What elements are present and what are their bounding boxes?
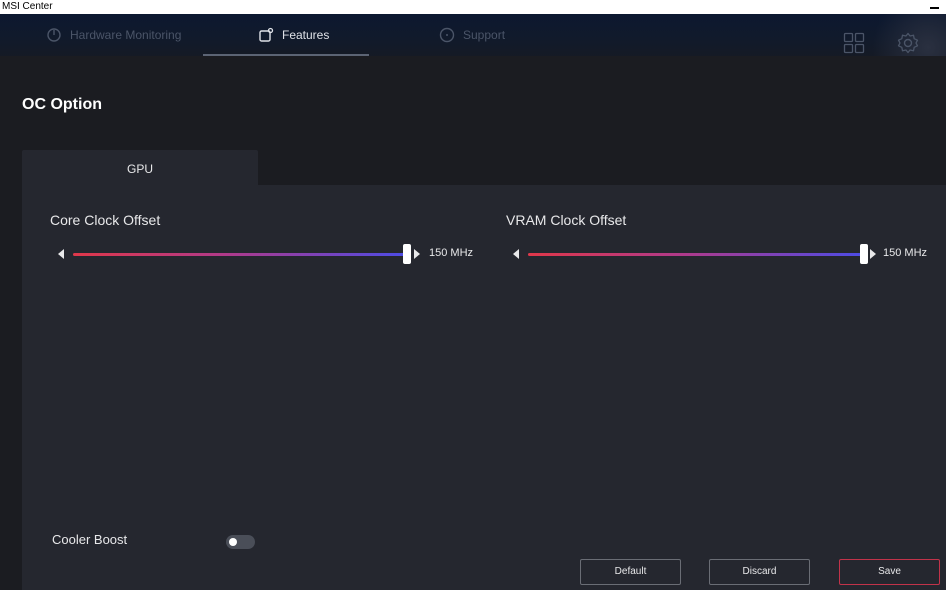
tab-features[interactable]: Features: [202, 14, 370, 56]
features-icon: [259, 27, 274, 42]
tab-gpu[interactable]: GPU: [22, 150, 258, 186]
power-icon: [47, 28, 61, 42]
slider-track[interactable]: [528, 253, 868, 256]
vram-clock-label: VRAM Clock Offset: [506, 212, 627, 228]
slider-thumb[interactable]: [403, 244, 411, 264]
tab-support[interactable]: Support: [439, 14, 505, 56]
slider-value: 150 MHz: [883, 247, 928, 259]
window-title: MSI Center: [2, 1, 53, 12]
core-clock-slider: 150 MHz: [58, 244, 478, 264]
default-button[interactable]: Default: [580, 559, 681, 585]
slider-value: 150 MHz: [429, 247, 474, 259]
gear-icon[interactable]: [896, 31, 920, 55]
toggle-knob: [229, 538, 237, 546]
slider-thumb[interactable]: [860, 244, 868, 264]
tab-label: Support: [463, 28, 506, 42]
cooler-boost-label: Cooler Boost: [52, 532, 128, 547]
core-clock-label: Core Clock Offset: [50, 212, 161, 228]
minimize-button[interactable]: [930, 0, 940, 14]
title-bar: MSI Center: [0, 0, 946, 14]
cooler-boost-toggle[interactable]: [226, 535, 255, 549]
support-icon: [439, 27, 455, 43]
slider-track[interactable]: [73, 253, 411, 256]
vram-clock-slider: 150 MHz: [513, 244, 933, 264]
grid-icon[interactable]: [843, 32, 865, 54]
tab-label: Features: [282, 28, 330, 42]
tab-hardware-monitoring[interactable]: Hardware Monitoring: [46, 14, 181, 56]
page-title: OC Option: [22, 96, 102, 113]
save-button[interactable]: Save: [839, 559, 940, 585]
decrease-arrow-icon[interactable]: [58, 249, 64, 259]
discard-button[interactable]: Discard: [709, 559, 810, 585]
top-navigation: Hardware Monitoring Features Support: [0, 14, 946, 56]
decrease-arrow-icon[interactable]: [513, 249, 519, 259]
increase-arrow-icon[interactable]: [870, 249, 876, 259]
increase-arrow-icon[interactable]: [414, 249, 420, 259]
tab-label: Hardware Monitoring: [70, 28, 182, 42]
